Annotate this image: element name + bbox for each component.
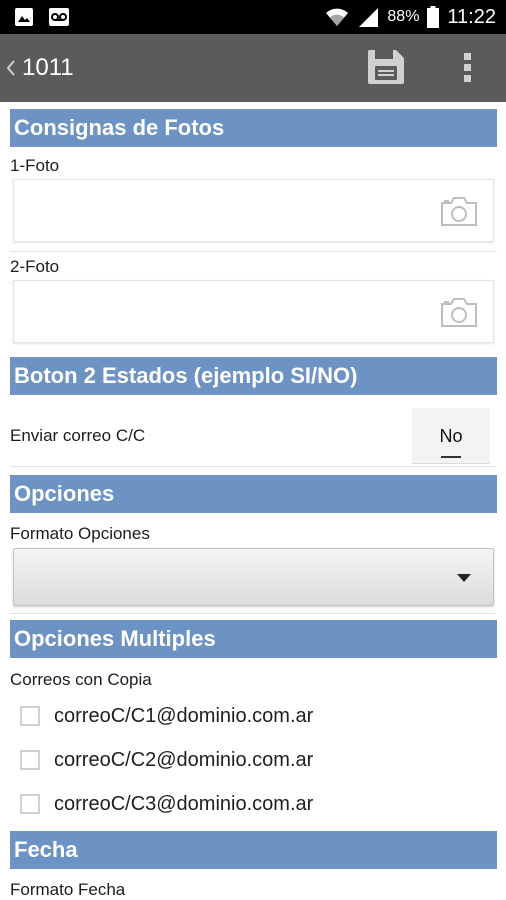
image-notification-icon (15, 8, 33, 26)
cell-signal-icon (359, 8, 379, 27)
photo-field-label-2: 2-Foto (10, 257, 60, 276)
save-icon (368, 50, 404, 84)
voicemail-icon (49, 8, 69, 26)
back-button[interactable]: 1011 (6, 50, 74, 86)
section-header-photos: Consignas de Fotos (10, 109, 497, 147)
multiple-label: Correos con Copia (10, 670, 152, 689)
wifi-icon (326, 8, 349, 26)
toggle-label: Enviar correo C/C (10, 426, 146, 445)
status-bar: 88% 11:22 (0, 0, 506, 34)
toggle-value: No (439, 426, 463, 446)
divider (10, 466, 497, 467)
options-select[interactable] (13, 548, 494, 606)
divider (10, 251, 497, 252)
section-header-options: Opciones (10, 475, 497, 513)
photo-field-label-1: 1-Foto (10, 156, 60, 175)
overflow-menu-button[interactable] (456, 50, 480, 86)
action-bar: 1011 (0, 34, 506, 102)
camera-icon[interactable] (440, 296, 478, 328)
battery-percent: 88% (387, 8, 420, 25)
section-header-date: Fecha (10, 831, 497, 869)
checkbox-item[interactable]: correoC/C2@dominio.com.ar (20, 746, 313, 774)
chevron-left-icon (6, 60, 15, 76)
save-button[interactable] (366, 48, 410, 88)
photo-field-2[interactable] (13, 280, 494, 343)
checkbox-label: correoC/C2@dominio.com.ar (54, 748, 314, 771)
checkbox[interactable] (20, 794, 40, 814)
status-right: 88% 11:22 (325, 0, 496, 34)
checkbox-item[interactable]: correoC/C1@dominio.com.ar (20, 702, 313, 730)
section-header-multiple: Opciones Multiples (10, 620, 497, 658)
camera-icon[interactable] (440, 195, 478, 227)
checkbox-label: correoC/C1@dominio.com.ar (54, 704, 314, 727)
page-title: 1011 (22, 54, 74, 81)
checkbox[interactable] (20, 750, 40, 770)
battery-icon (427, 6, 440, 28)
checkbox-item[interactable]: correoC/C3@dominio.com.ar (20, 790, 313, 818)
photo-field-1[interactable] (13, 179, 494, 242)
divider (10, 613, 497, 614)
section-header-toggle: Boton 2 Estados (ejemplo SI/NO) (10, 357, 497, 395)
overflow-menu-icon (464, 53, 471, 82)
checkbox-label: correoC/C3@dominio.com.ar (54, 792, 314, 815)
toggle-indicator (441, 456, 461, 458)
options-label: Formato Opciones (10, 524, 150, 543)
dropdown-arrow-icon (457, 574, 471, 582)
form-content[interactable]: Consignas de Fotos 1-Foto 2-Foto Boton 2… (0, 102, 506, 900)
checkbox[interactable] (20, 706, 40, 726)
date-format-label: Formato Fecha (10, 880, 126, 899)
clock: 11:22 (447, 5, 496, 28)
send-cc-toggle[interactable]: No (412, 408, 490, 464)
status-left-icons (14, 7, 70, 27)
